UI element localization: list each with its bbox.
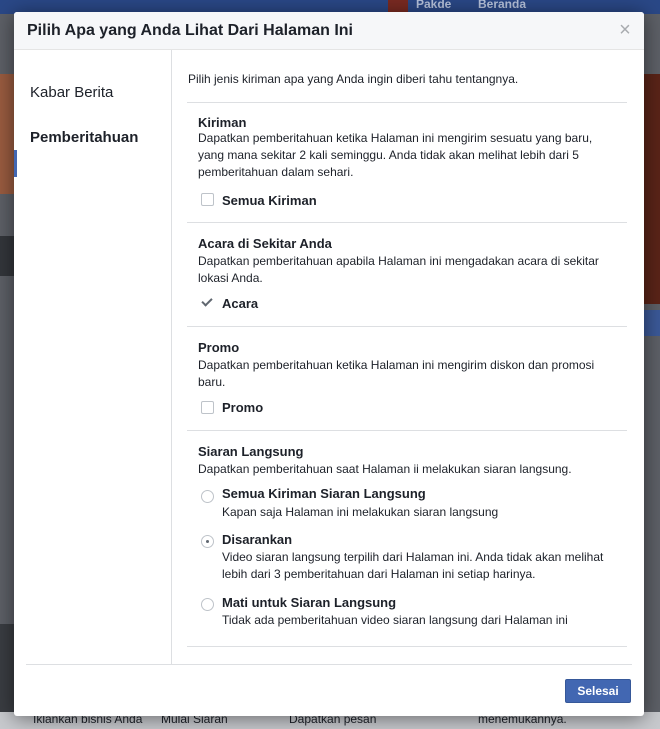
done-button[interactable]: Selesai [565, 679, 631, 703]
background-block [0, 236, 14, 276]
live-all-description: Kapan saja Halaman ini melakukan siaran … [222, 505, 499, 519]
dialog-content: Pilih jenis kiriman apa yang Anda ingin … [172, 50, 644, 664]
live-suggested-label[interactable]: Disarankan [222, 532, 292, 547]
live-suggested-description: Video siaran langsung terpilih dari Hala… [222, 550, 604, 581]
background-right-strip [644, 14, 660, 729]
dialog-title: Pilih Apa yang Anda Lihat Dari Halaman I… [27, 22, 353, 39]
divider [187, 222, 627, 223]
intro-text: Pilih jenis kiriman apa yang Anda ingin … [188, 72, 519, 86]
close-icon[interactable]: × [615, 18, 635, 42]
live-off-description: Tidak ada pemberitahuan video siaran lan… [222, 613, 568, 627]
live-off-label[interactable]: Mati untuk Siaran Langsung [222, 595, 396, 610]
nav-item-news-feed[interactable]: Kabar Berita [30, 84, 113, 101]
divider [187, 646, 627, 647]
dialog-nav: Kabar Berita Pemberitahuan [14, 50, 172, 664]
offers-checkbox[interactable] [201, 401, 214, 414]
background-home-link: Beranda [478, 0, 527, 11]
live-all-label[interactable]: Semua Kiriman Siaran Langsung [222, 486, 426, 501]
divider [187, 430, 627, 431]
dialog-footer: Selesai [26, 664, 632, 716]
background-blue-button [644, 310, 660, 336]
live-off-radio[interactable] [201, 598, 214, 611]
events-label[interactable]: Acara [222, 296, 258, 311]
live-all-radio[interactable] [201, 490, 214, 503]
posts-section-title: Kiriman [198, 115, 247, 130]
nav-active-marker [14, 150, 17, 177]
offers-section-title: Promo [198, 340, 240, 355]
notification-settings-dialog: Pilih Apa yang Anda Lihat Dari Halaman I… [14, 12, 644, 716]
live-section-description: Dapatkan pemberitahuan saat Halaman ii m… [198, 462, 572, 476]
posts-section-description: Dapatkan pemberitahuan ketika Halaman in… [198, 131, 593, 179]
offers-section-description: Dapatkan pemberitahuan ketika Halaman in… [198, 358, 595, 389]
all-posts-checkbox[interactable] [201, 193, 214, 206]
events-section-description: Dapatkan pemberitahuan apabila Halaman i… [198, 254, 599, 285]
events-section-title: Acara di Sekitar Anda [198, 236, 332, 251]
divider [187, 326, 627, 327]
background-block [0, 624, 14, 724]
background-left-strip [0, 14, 14, 729]
nav-item-notifications[interactable]: Pemberitahuan [30, 129, 138, 146]
dialog-header: Pilih Apa yang Anda Lihat Dari Halaman I… [14, 12, 644, 50]
background-user-link: Pakde [416, 0, 452, 11]
live-suggested-radio[interactable] [201, 535, 214, 548]
divider [187, 102, 627, 103]
background-profile-photo [0, 74, 14, 194]
events-checkbox[interactable] [201, 296, 214, 309]
all-posts-label[interactable]: Semua Kiriman [222, 193, 317, 208]
background-cover-photo [644, 74, 660, 304]
offers-label[interactable]: Promo [222, 400, 263, 415]
live-section-title: Siaran Langsung [198, 444, 304, 459]
